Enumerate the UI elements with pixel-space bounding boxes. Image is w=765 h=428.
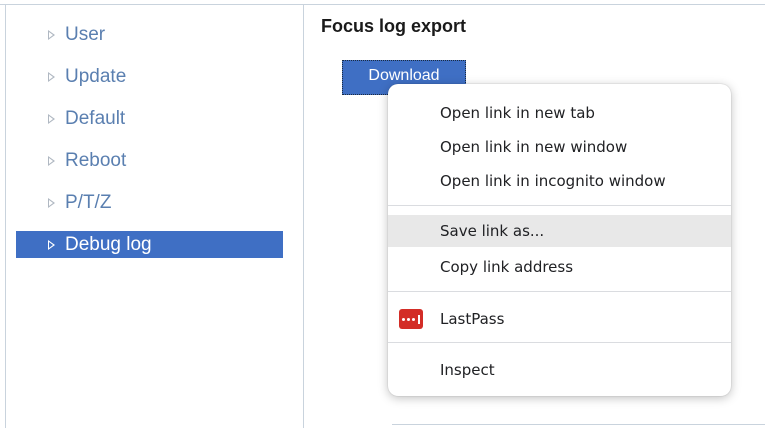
sidebar-item-user[interactable]: User [16,21,283,48]
menu-item-label: Copy link address [440,258,574,276]
menu-item-save-link-as[interactable]: Save link as... [388,215,731,247]
triangle-right-icon [48,113,55,124]
sidebar-item-debug-log[interactable]: Debug log [16,231,283,258]
menu-separator [388,291,731,292]
triangle-right-icon [48,155,55,166]
sidebar-item-update[interactable]: Update [16,63,283,90]
menu-item-label: Open link in new tab [440,104,595,122]
menu-item-open-incognito[interactable]: Open link in incognito window [388,165,731,197]
menu-item-label: Inspect [440,361,495,379]
menu-item-copy-link-address[interactable]: Copy link address [388,251,731,283]
menu-separator [388,205,731,206]
triangle-right-icon [48,29,55,40]
menu-item-label: LastPass [440,310,505,328]
page-title: Focus log export [321,16,467,36]
menu-item-lastpass[interactable]: LastPass [388,303,731,335]
menu-item-label: Save link as... [440,222,545,240]
menu-separator [388,342,731,343]
lastpass-icon [399,309,423,329]
sidebar-item-label: Update [65,65,127,87]
sidebar-item-label: P/T/Z [65,191,112,213]
context-menu: Open link in new tab Open link in new wi… [388,84,731,396]
page: User Update Default Reboot P/T/Z Debug l… [0,0,765,428]
triangle-right-icon [48,239,55,250]
sidebar-item-ptz[interactable]: P/T/Z [16,189,283,216]
sidebar-item-label: Default [65,107,126,129]
content-bottom-divider [392,424,765,425]
menu-item-label: Open link in new window [440,138,628,156]
menu-item-open-new-window[interactable]: Open link in new window [388,131,731,163]
triangle-right-icon [48,197,55,208]
sidebar-item-label: User [65,23,106,45]
menu-item-label: Open link in incognito window [440,172,666,190]
menu-item-inspect[interactable]: Inspect [388,354,731,386]
sidebar-item-reboot[interactable]: Reboot [16,147,283,174]
sidebar-item-label: Reboot [65,149,127,171]
sidebar-item-default[interactable]: Default [16,105,283,132]
menu-item-open-new-tab[interactable]: Open link in new tab [388,97,731,129]
sidebar-item-label: Debug log [65,233,152,255]
triangle-right-icon [48,71,55,82]
